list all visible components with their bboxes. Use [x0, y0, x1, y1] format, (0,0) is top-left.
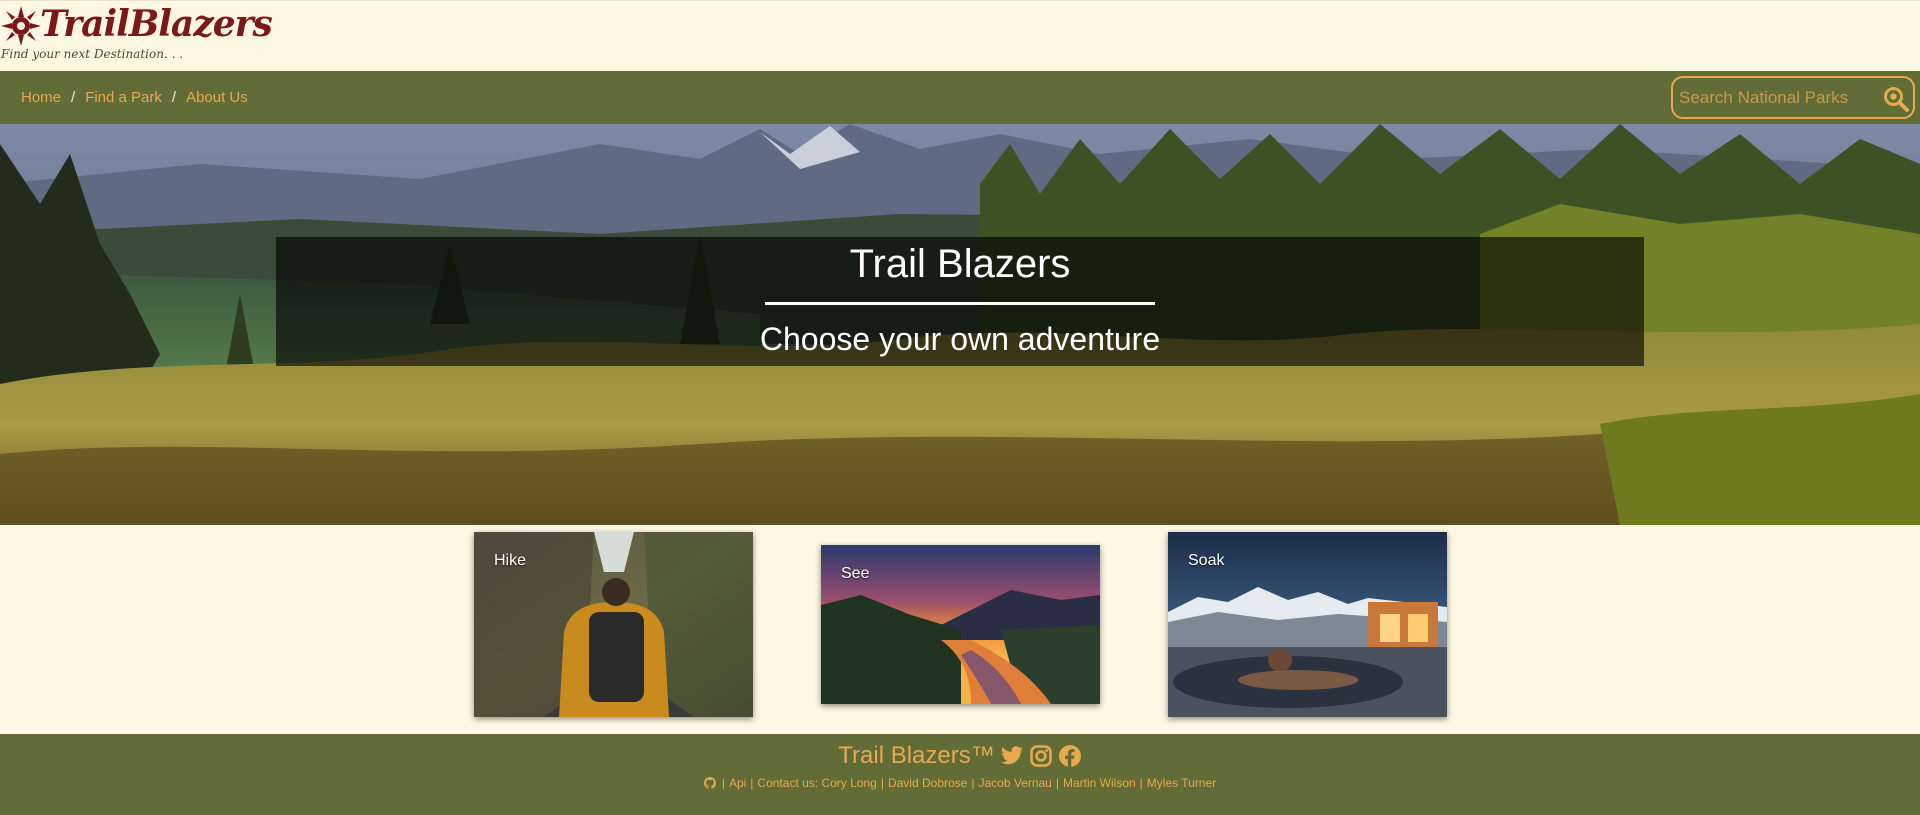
footer-links: | Api | Contact us: Cory Long | David Do… — [0, 776, 1920, 790]
footer-brand-row: Trail Blazers™ — [0, 742, 1920, 770]
nav-bar: Home / Find a Park / About Us — [0, 71, 1920, 124]
footer-separator: | — [721, 776, 725, 790]
card-soak-label: Soak — [1188, 552, 1225, 569]
footer-separator: | — [750, 776, 754, 790]
footer-link-api[interactable]: Api — [729, 776, 746, 790]
footer-brand-name: Trail Blazers™ — [838, 742, 995, 769]
site-header: TrailBlazers Find your next Destination.… — [0, 0, 1920, 71]
logo-wordmark: TrailBlazers — [40, 3, 273, 45]
card-see-label: See — [841, 565, 870, 582]
site-tagline: Find your next Destination. . . — [1, 47, 184, 61]
footer-contact-link[interactable]: David Dobrose — [888, 776, 967, 790]
hero-title: Trail Blazers — [849, 242, 1071, 286]
site-logo[interactable]: TrailBlazers — [0, 3, 273, 47]
card-see[interactable]: See — [821, 545, 1100, 704]
twitter-icon[interactable] — [1000, 744, 1024, 768]
instagram-icon[interactable] — [1029, 744, 1053, 768]
footer-contact-link[interactable]: Myles Turner — [1147, 776, 1216, 790]
sun-logo-icon — [1, 6, 41, 46]
card-hike-label: Hike — [494, 552, 527, 569]
github-icon[interactable] — [703, 777, 716, 789]
nav-link-find-a-park[interactable]: Find a Park — [85, 89, 162, 106]
hero-subtitle: Choose your own adventure — [759, 321, 1161, 357]
nav-link-about-us[interactable]: About Us — [186, 89, 248, 106]
breadcrumb-separator: / — [171, 89, 177, 106]
footer-separator: | — [1055, 776, 1059, 790]
footer-separator: | — [1139, 776, 1143, 790]
site-footer: Trail Blazers™ | Api | Contact us: Cory … — [0, 734, 1920, 815]
card-hike[interactable]: Hike — [474, 532, 753, 717]
hero-divider — [765, 302, 1155, 305]
hero-banner: Trail Blazers Choose your own adventure — [276, 237, 1644, 366]
search-icon[interactable] — [1883, 86, 1909, 112]
breadcrumb-separator: / — [71, 89, 76, 106]
facebook-icon[interactable] — [1058, 744, 1082, 768]
nav-link-home[interactable]: Home — [21, 89, 61, 106]
breadcrumb: Home / Find a Park / About Us — [21, 89, 248, 106]
footer-separator: | — [880, 776, 884, 790]
footer-contact-link[interactable]: Jacob Vernau — [978, 776, 1051, 790]
search-box — [1671, 76, 1915, 119]
footer-contact-link[interactable]: Cory Long — [821, 776, 876, 790]
footer-contact-link[interactable]: Martin Wilson — [1063, 776, 1136, 790]
search-input[interactable] — [1679, 82, 1879, 113]
hero-section: Trail Blazers Choose your own adventure — [0, 124, 1920, 525]
footer-separator: | — [971, 776, 975, 790]
footer-contact-prefix: Contact us: — [757, 776, 819, 790]
card-soak[interactable]: Soak — [1168, 532, 1447, 717]
